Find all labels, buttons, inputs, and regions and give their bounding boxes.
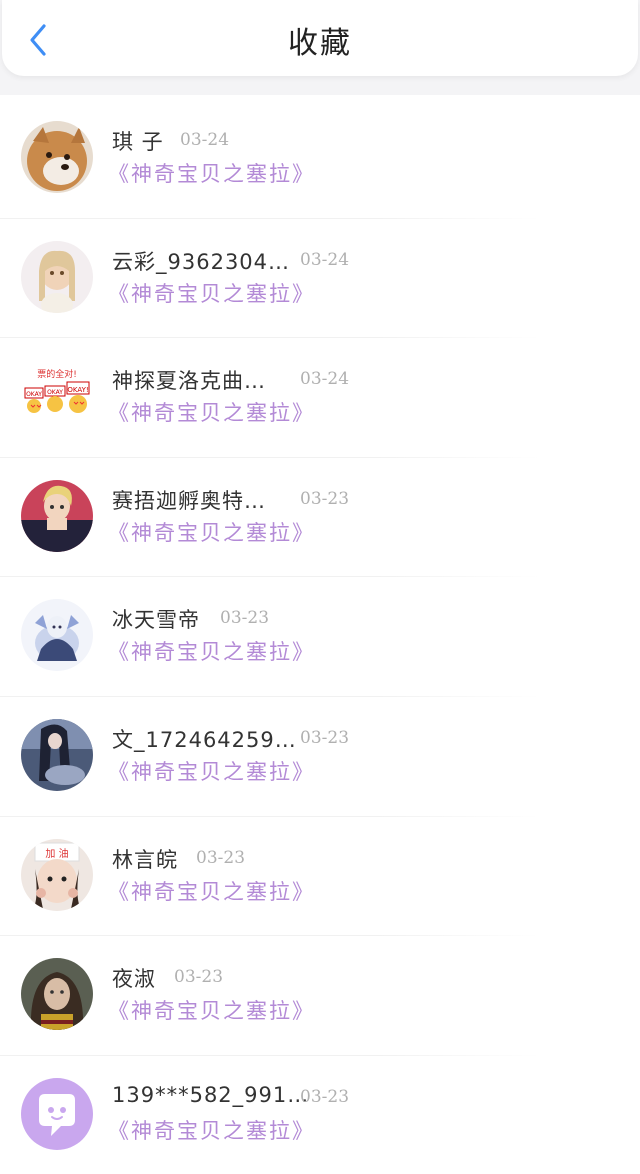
svg-text:OKAY!: OKAY! xyxy=(67,386,88,394)
favorite-item[interactable]: 琪 子 03-24 《神奇宝贝之塞拉》 xyxy=(0,98,640,218)
favorites-list: 琪 子 03-24 《神奇宝贝之塞拉》 云彩_9362304… 03-24 《神奇宝贝之塞… xyxy=(0,98,640,1174)
work-title-link[interactable]: 《神奇宝贝之塞拉》 xyxy=(108,158,315,188)
work-title-link[interactable]: 《神奇宝贝之塞拉》 xyxy=(108,995,315,1025)
list-divider xyxy=(0,695,540,697)
work-title-link[interactable]: 《神奇宝贝之塞拉》 xyxy=(108,876,315,906)
favorite-date: 03-23 xyxy=(300,488,350,509)
work-title-link[interactable]: 《神奇宝贝之塞拉》 xyxy=(108,517,315,547)
list-divider xyxy=(0,576,540,578)
favorite-date: 03-24 xyxy=(300,369,350,390)
list-divider xyxy=(0,337,540,339)
favorite-item[interactable]: 云彩_9362304… 03-24 《神奇宝贝之塞拉》 xyxy=(0,217,640,338)
avatar[interactable] xyxy=(21,958,93,1031)
svg-text:加 油: 加 油 xyxy=(45,847,68,860)
work-title-link[interactable]: 《神奇宝贝之塞拉》 xyxy=(108,397,315,427)
svg-text:票的全对!: 票的全对! xyxy=(37,368,77,380)
avatar[interactable] xyxy=(21,599,93,672)
favorite-date: 03-23 xyxy=(300,727,350,748)
favorite-item[interactable]: 冰天雪帝 03-23 《神奇宝贝之塞拉》 xyxy=(0,576,640,696)
svg-text:OKAY: OKAY xyxy=(26,391,42,398)
user-name: 文_172464259… xyxy=(112,727,297,752)
favorite-date: 03-23 xyxy=(220,608,270,629)
list-divider xyxy=(0,815,540,817)
list-divider xyxy=(0,935,540,937)
favorite-item[interactable]: 加 油 林言皖 03-23 《神奇宝贝之塞拉》 xyxy=(0,815,640,936)
work-title-link[interactable]: 《神奇宝贝之塞拉》 xyxy=(108,636,315,666)
svg-text:OKAY: OKAY xyxy=(47,389,63,396)
favorite-date: 03-23 xyxy=(300,1086,350,1107)
favorite-item[interactable]: 139***582_991… 03-23 《神奇宝贝之塞拉》 xyxy=(0,1054,640,1174)
favorite-item[interactable]: 文_172464259… 03-23 《神奇宝贝之塞拉》 xyxy=(0,695,640,816)
user-name: 神探夏洛克曲… xyxy=(112,369,266,394)
user-name: 林言皖 xyxy=(112,847,178,872)
list-divider xyxy=(0,217,540,219)
header-bar: 收藏 xyxy=(2,0,638,76)
page-title: 收藏 xyxy=(288,26,352,61)
avatar[interactable]: 票的全对! OKAY OKAY OKAY! xyxy=(21,360,93,433)
list-divider xyxy=(0,1054,540,1056)
avatar[interactable]: 加 油 xyxy=(21,838,93,911)
avatar[interactable] xyxy=(21,1077,93,1150)
work-title-link[interactable]: 《神奇宝贝之塞拉》 xyxy=(108,278,315,308)
user-name: 夜淑 xyxy=(112,967,156,992)
favorite-date: 03-23 xyxy=(174,967,224,988)
favorite-item[interactable]: 票的全对! OKAY OKAY OKAY! 神探夏洛克曲… 03-24 《神奇宝贝之塞拉》 xyxy=(0,337,640,457)
user-name: 琪 子 xyxy=(112,130,164,154)
work-title-link[interactable]: 《神奇宝贝之塞拉》 xyxy=(108,756,315,786)
user-name: 139***582_991… xyxy=(112,1082,310,1107)
user-name: 云彩_9362304… xyxy=(112,249,291,274)
avatar[interactable] xyxy=(21,479,93,552)
list-divider xyxy=(0,456,540,458)
work-title-link[interactable]: 《神奇宝贝之塞拉》 xyxy=(108,1115,315,1145)
favorite-date: 03-24 xyxy=(180,130,230,150)
favorite-date: 03-24 xyxy=(300,249,350,270)
favorite-item[interactable]: 夜淑 03-23 《神奇宝贝之塞拉》 xyxy=(0,935,640,1055)
favorite-item[interactable]: 赛捂迦孵奥特… 03-23 《神奇宝贝之塞拉》 xyxy=(0,456,640,577)
avatar[interactable] xyxy=(21,240,93,313)
avatar[interactable] xyxy=(21,718,93,791)
favorite-date: 03-23 xyxy=(196,847,246,868)
avatar[interactable] xyxy=(21,121,93,193)
user-name: 冰天雪帝 xyxy=(112,608,200,633)
user-name: 赛捂迦孵奥特… xyxy=(112,488,266,513)
